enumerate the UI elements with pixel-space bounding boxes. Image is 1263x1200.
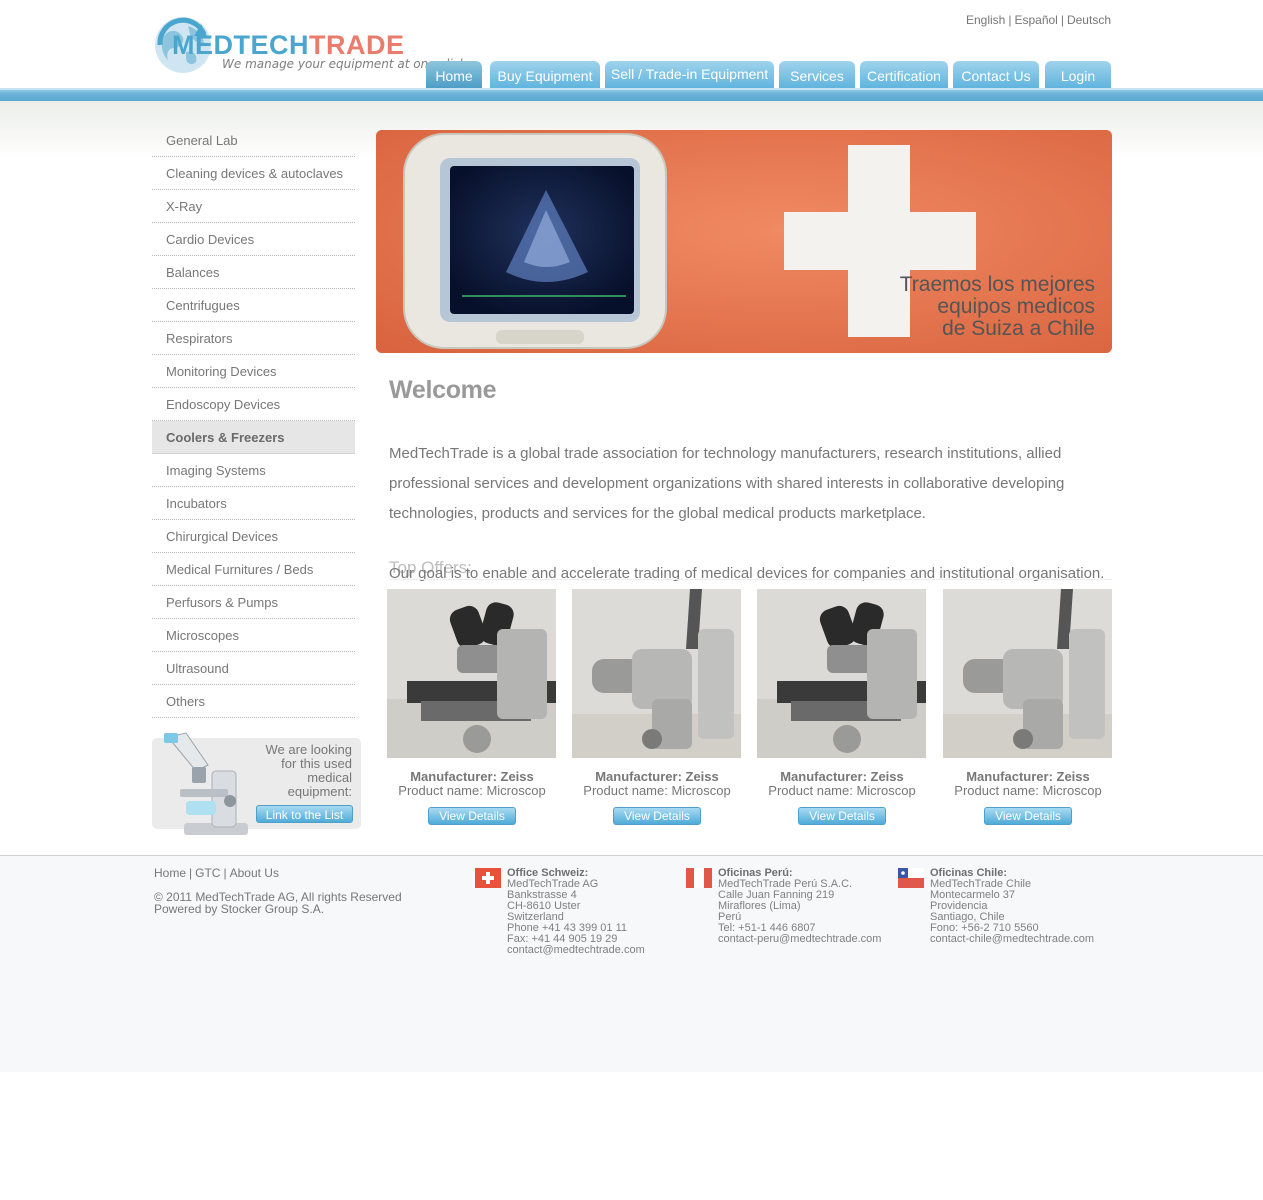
- sidebar-item-cardio-devices[interactable]: Cardio Devices: [152, 223, 355, 256]
- sidebar-item-medical-furnitures[interactable]: Medical Furnitures / Beds: [152, 553, 355, 586]
- sidebar-item-x-ray[interactable]: X-Ray: [152, 190, 355, 223]
- top-offers-grid: Manufacturer: Zeiss Product name: Micros…: [387, 589, 1112, 829]
- promo-line: equipment:: [287, 784, 352, 799]
- office-email[interactable]: contact@medtechtrade.com: [507, 945, 645, 956]
- promo-line: medical: [307, 770, 352, 785]
- offer-card: Manufacturer: Zeiss Product name: Micros…: [757, 589, 927, 829]
- footer-link-home[interactable]: Home: [154, 866, 186, 880]
- banner-line: Traemos los mejores: [899, 273, 1095, 296]
- offer-product-name: Product name: Microscop: [398, 783, 546, 798]
- offer-card: Manufacturer: Zeiss Product name: Micros…: [943, 589, 1113, 829]
- sidebar-item-incubators[interactable]: Incubators: [152, 487, 355, 520]
- offer-manufacturer: Manufacturer: Zeiss: [595, 769, 719, 784]
- goal-paragraph: Our goal is to enable and accelerate tra…: [389, 565, 1105, 582]
- view-details-button[interactable]: View Details: [798, 807, 886, 825]
- footer-link-about-us[interactable]: About Us: [230, 866, 279, 880]
- banner-slogan: Traemos los mejores equipos medicos de S…: [900, 274, 1095, 340]
- offer-manufacturer: Manufacturer: Zeiss: [410, 769, 534, 784]
- link-to-list-button[interactable]: Link to the List: [256, 805, 353, 823]
- tab-sell-trade-in[interactable]: Sell / Trade-in Equipment: [605, 61, 774, 89]
- footer-separator: |: [223, 866, 227, 880]
- sidebar-item-respirators[interactable]: Respirators: [152, 322, 355, 355]
- offer-product-name: Product name: Microscop: [954, 783, 1102, 798]
- copyright: © 2011 MedTechTrade AG, All rights Reser…: [154, 891, 402, 915]
- footer-separator: |: [189, 866, 193, 880]
- offer-manufacturer: Manufacturer: Zeiss: [780, 769, 904, 784]
- sidebar-item-chirurgical-devices[interactable]: Chirurgical Devices: [152, 520, 355, 553]
- promo-text: We are looking for this used medical equ…: [232, 743, 352, 799]
- sidebar-item-microscopes[interactable]: Microscopes: [152, 619, 355, 652]
- intro-paragraph: MedTechTrade is a global trade associati…: [389, 445, 1065, 522]
- hero-banner: Traemos los mejores equipos medicos de S…: [376, 130, 1112, 353]
- header-bar: [0, 88, 1263, 101]
- top-offers-divider: [389, 579, 1112, 580]
- tab-login[interactable]: Login: [1045, 61, 1111, 89]
- sidebar-item-endoscopy-devices[interactable]: Endoscopy Devices: [152, 388, 355, 421]
- sidebar-item-coolers-freezers[interactable]: Coolers & Freezers: [152, 421, 355, 454]
- offer-manufacturer: Manufacturer: Zeiss: [966, 769, 1090, 784]
- tab-services[interactable]: Services: [779, 61, 855, 89]
- microscope-photo-icon: [757, 589, 926, 758]
- office-line: Miraflores (Lima): [718, 900, 801, 912]
- view-details-button[interactable]: View Details: [984, 807, 1072, 825]
- promo-line: for this used: [281, 756, 352, 771]
- office-email[interactable]: contact-peru@medtechtrade.com: [718, 934, 881, 945]
- tab-contact-us[interactable]: Contact Us: [953, 61, 1039, 89]
- chile-flag-icon: [898, 868, 924, 888]
- header: MEDTECHTRADE We manage your equipment at…: [0, 0, 1263, 100]
- offer-photo[interactable]: [943, 589, 1112, 758]
- offer-product-name: Product name: Microscop: [583, 783, 731, 798]
- sidebar-item-cleaning-devices[interactable]: Cleaning devices & autoclaves: [152, 157, 355, 190]
- powered-by-text: Powered by Stocker Group S.A.: [154, 902, 325, 916]
- sidebar-item-monitoring-devices[interactable]: Monitoring Devices: [152, 355, 355, 388]
- tab-buy-equipment[interactable]: Buy Equipment: [490, 61, 600, 89]
- offer-card: Manufacturer: Zeiss Product name: Micros…: [387, 589, 557, 829]
- offer-photo[interactable]: [572, 589, 741, 758]
- promo-line: We are looking: [265, 742, 352, 757]
- sidebar-item-perfusors-pumps[interactable]: Perfusors & Pumps: [152, 586, 355, 619]
- logo-text-medtech: MEDTECH: [172, 30, 309, 60]
- category-sidebar: General Lab Cleaning devices & autoclave…: [152, 124, 355, 718]
- site-logo[interactable]: MEDTECHTRADE We manage your equipment at…: [152, 12, 466, 78]
- microscope-photo-icon: [943, 589, 1112, 758]
- lang-separator: |: [1060, 13, 1064, 27]
- footer-links: Home | GTC | About Us: [154, 866, 279, 880]
- tab-home[interactable]: Home: [426, 61, 482, 89]
- lang-deutsch[interactable]: Deutsch: [1067, 13, 1111, 27]
- sidebar-item-others[interactable]: Others: [152, 685, 355, 718]
- wanted-equipment-promo: We are looking for this used medical equ…: [152, 731, 361, 839]
- banner-line: equipos medicos: [937, 295, 1095, 318]
- logo-text-trade: TRADE: [309, 30, 405, 60]
- sidebar-item-ultrasound[interactable]: Ultrasound: [152, 652, 355, 685]
- office-email[interactable]: contact-chile@medtechtrade.com: [930, 934, 1094, 945]
- office-peru: Oficinas Perú: MedTechTrade Perú S.A.C. …: [686, 868, 881, 945]
- offer-card: Manufacturer: Zeiss Product name: Micros…: [572, 589, 742, 829]
- office-switzerland: Office Schweiz: MedTechTrade AG Bankstra…: [475, 868, 645, 956]
- tab-certification[interactable]: Certification: [860, 61, 948, 89]
- microscope-photo-icon: [387, 589, 556, 758]
- offer-photo[interactable]: [757, 589, 926, 758]
- sidebar-item-general-lab[interactable]: General Lab: [152, 124, 355, 157]
- footer: Home | GTC | About Us © 2011 MedTechTrade AG…: [0, 855, 1263, 1072]
- lang-espanol[interactable]: Español: [1014, 13, 1057, 27]
- footer-link-gtc[interactable]: GTC: [195, 866, 220, 880]
- language-switcher: English | Español | Deutsch: [966, 13, 1111, 27]
- microscope-photo-icon: [572, 589, 741, 758]
- banner-line: de Suiza a Chile: [942, 317, 1095, 340]
- office-chile: Oficinas Chile: MedTechTrade Chile Monte…: [898, 868, 1094, 945]
- view-details-button[interactable]: View Details: [428, 807, 516, 825]
- sidebar-item-balances[interactable]: Balances: [152, 256, 355, 289]
- sidebar-item-imaging-systems[interactable]: Imaging Systems: [152, 454, 355, 487]
- peru-flag-icon: [686, 868, 712, 888]
- sidebar-item-centrifugues[interactable]: Centrifugues: [152, 289, 355, 322]
- offer-photo[interactable]: [387, 589, 556, 758]
- offer-product-name: Product name: Microscop: [768, 783, 916, 798]
- lang-english[interactable]: English: [966, 13, 1005, 27]
- swiss-flag-icon: [475, 868, 501, 888]
- view-details-button[interactable]: View Details: [613, 807, 701, 825]
- page-title: Welcome: [389, 376, 497, 404]
